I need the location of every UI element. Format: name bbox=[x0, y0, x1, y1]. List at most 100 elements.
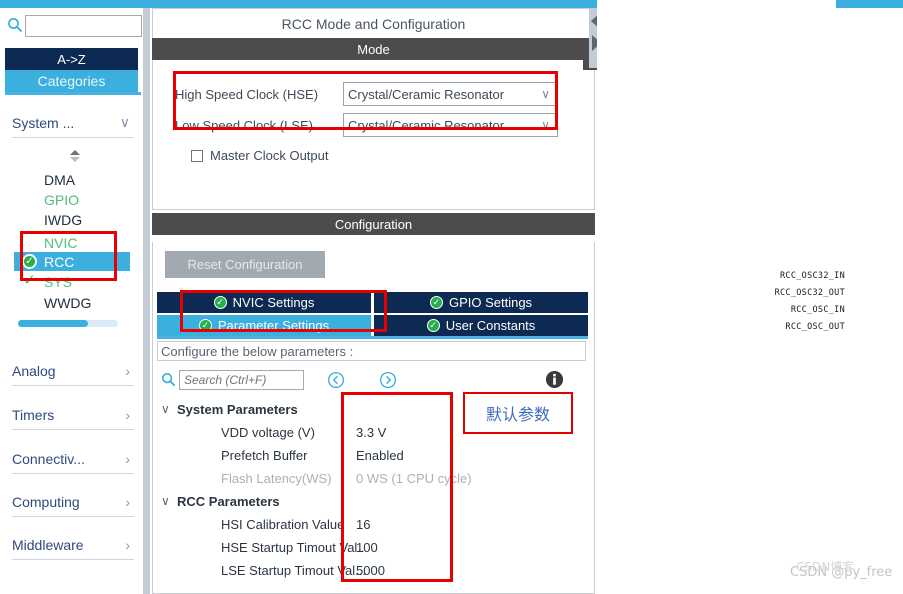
tab-nvic-settings[interactable]: ✓ NVIC Settings bbox=[157, 292, 371, 313]
hse-mode-row: High Speed Clock (HSE) Crystal/Ceramic R… bbox=[175, 82, 558, 106]
sidebar-search-row bbox=[0, 10, 150, 38]
tree-group-rcc-parameters[interactable]: ∨ RCC Parameters bbox=[161, 491, 586, 514]
signal-label-rcc-osc-in: RCC_OSC_IN bbox=[790, 305, 845, 315]
twisty-icon[interactable]: ∨ bbox=[161, 494, 170, 508]
tab-gpio-settings[interactable]: ✓ GPIO Settings bbox=[374, 292, 588, 313]
lse-mode-select[interactable]: Crystal/Ceramic Resonator ∨ bbox=[343, 113, 558, 137]
master-clock-output-label: Master Clock Output bbox=[210, 148, 329, 163]
categories-button[interactable]: Categories bbox=[5, 70, 138, 92]
sidebar-splitter[interactable] bbox=[143, 8, 150, 594]
param-value[interactable]: 100 bbox=[356, 540, 378, 555]
topbar-left-accent bbox=[0, 0, 150, 8]
sidebar-item-dma-label: DMA bbox=[44, 171, 76, 188]
param-name: Prefetch Buffer bbox=[221, 448, 308, 463]
table-row[interactable]: Prefetch Buffer Enabled bbox=[161, 445, 586, 468]
hse-mode-value: Crystal/Ceramic Resonator bbox=[348, 86, 505, 102]
param-value[interactable]: 5000 bbox=[356, 563, 385, 578]
hse-mode-select[interactable]: Crystal/Ceramic Resonator ∨ bbox=[343, 82, 558, 106]
sidebar-item-iwdg-label: IWDG bbox=[44, 211, 83, 228]
topbar-mid-accent bbox=[150, 0, 597, 8]
twisty-icon[interactable]: ∨ bbox=[161, 402, 170, 416]
table-row: Flash Latency(WS) 0 WS (1 CPU cycle) bbox=[161, 468, 586, 491]
master-clock-output-checkbox[interactable] bbox=[191, 149, 203, 162]
table-row[interactable]: HSE Startup Timout Val.. 100 bbox=[161, 537, 586, 560]
back-circle-icon[interactable] bbox=[327, 371, 345, 389]
sidebar-group-system-label: System ... bbox=[12, 114, 75, 131]
param-value[interactable]: 16 bbox=[356, 517, 370, 532]
tab-parameter-settings[interactable]: ✓ Parameter Settings bbox=[157, 315, 371, 336]
check-circle-icon: ✓ bbox=[198, 319, 212, 332]
sidebar-item-rcc[interactable]: ✓ RCC bbox=[14, 252, 130, 271]
master-clock-output-row[interactable]: Master Clock Output bbox=[191, 148, 329, 163]
param-value: 0 WS (1 CPU cycle) bbox=[356, 471, 472, 486]
chevron-down-icon: ∨ bbox=[541, 118, 550, 132]
sidebar-group-timers[interactable]: Timers › bbox=[12, 400, 134, 430]
param-value[interactable]: Enabled bbox=[356, 448, 404, 463]
sidebar-group-connectivity[interactable]: Connectiv... › bbox=[12, 444, 134, 474]
lse-mode-label: Low Speed Clock (LSE) bbox=[175, 117, 314, 133]
reset-configuration-button[interactable]: Reset Configuration bbox=[165, 251, 325, 278]
tab-gpio-settings-label: GPIO Settings bbox=[448, 295, 533, 310]
signal-label-rcc-osc32-out: RCC_OSC32_OUT bbox=[774, 288, 845, 298]
chevron-right-icon: › bbox=[125, 536, 130, 553]
watermark-line2: CSDN博客 bbox=[796, 560, 855, 574]
sidebar-group-analog[interactable]: Analog › bbox=[12, 356, 134, 386]
sidebar-item-gpio-label: GPIO bbox=[44, 191, 80, 208]
chevron-right-icon: › bbox=[125, 450, 130, 467]
sidebar-item-sys-label: SYS bbox=[44, 273, 73, 290]
configuration-section-header: Configuration bbox=[152, 213, 595, 235]
check-circle-icon: ✓ bbox=[22, 254, 37, 269]
mode-section-body: High Speed Clock (HSE) Crystal/Ceramic R… bbox=[152, 60, 595, 210]
chevron-down-icon: ∨ bbox=[119, 114, 130, 130]
sidebar-group-timers-label: Timers bbox=[12, 406, 55, 423]
tab-user-constants[interactable]: ✓ User Constants bbox=[374, 315, 588, 336]
sidebar-item-nvic[interactable]: NVIC bbox=[14, 233, 130, 252]
app-window: A->Z Categories System ... ∨ DMA GPIO IW… bbox=[0, 0, 903, 594]
categories-underline bbox=[5, 92, 141, 95]
rcc-config-panel: RCC Mode and Configuration Mode High Spe… bbox=[150, 8, 597, 594]
scroll-up-indicator[interactable] bbox=[0, 150, 150, 164]
table-row[interactable]: HSI Calibration Value 16 bbox=[161, 514, 586, 537]
search-input[interactable] bbox=[25, 15, 142, 37]
param-name: HSE Startup Timout Val.. bbox=[221, 540, 365, 555]
sidebar-group-analog-label: Analog bbox=[12, 362, 56, 379]
parameter-search-input[interactable] bbox=[179, 370, 304, 390]
sidebar-horizontal-scrollbar[interactable] bbox=[18, 320, 118, 327]
sidebar-group-connectivity-label: Connectiv... bbox=[12, 450, 85, 467]
search-icon[interactable] bbox=[161, 372, 176, 387]
sidebar-item-wwdg[interactable]: WWDG bbox=[14, 293, 130, 312]
sidebar-group-computing[interactable]: Computing › bbox=[12, 487, 134, 517]
sidebar-item-gpio[interactable]: GPIO bbox=[14, 190, 130, 209]
forward-circle-icon[interactable] bbox=[379, 371, 397, 389]
sidebar-group-middleware[interactable]: Middleware › bbox=[12, 530, 134, 560]
sidebar-item-iwdg[interactable]: IWDG bbox=[14, 210, 130, 229]
table-row[interactable]: LSE Startup Timout Val... 5000 bbox=[161, 560, 586, 583]
tree-group-label: RCC Parameters bbox=[177, 494, 280, 509]
pinout-view: P VDD PA3 VBAT PC13.. PC14.. PC15.. PD0-… bbox=[597, 8, 903, 594]
configuration-tabs: ✓ NVIC Settings ✓ GPIO Settings ✓ Parame… bbox=[157, 292, 588, 336]
sidebar-group-system[interactable]: System ... ∨ bbox=[12, 108, 134, 138]
lse-mode-value: Crystal/Ceramic Resonator bbox=[348, 117, 505, 133]
param-name: LSE Startup Timout Val... bbox=[221, 563, 366, 578]
panel-title: RCC Mode and Configuration bbox=[152, 8, 595, 38]
chevron-down-icon: ∨ bbox=[541, 87, 550, 101]
tree-group-label: System Parameters bbox=[177, 402, 298, 417]
check-circle-icon: ✓ bbox=[213, 296, 227, 309]
parameter-toolbar bbox=[157, 367, 586, 393]
topbar-right-accent bbox=[836, 0, 903, 8]
tab-user-constants-label: User Constants bbox=[445, 318, 536, 333]
tab-selection-underline bbox=[157, 336, 588, 339]
param-value[interactable]: 3.3 V bbox=[356, 425, 386, 440]
check-circle-icon: ✓ bbox=[429, 296, 443, 309]
sidebar-item-nvic-label: NVIC bbox=[44, 234, 78, 251]
sort-az-button[interactable]: A->Z bbox=[5, 48, 138, 70]
sidebar-item-sys[interactable]: ✓ SYS bbox=[14, 272, 130, 291]
info-icon[interactable] bbox=[545, 370, 564, 389]
tab-nvic-settings-label: NVIC Settings bbox=[232, 295, 315, 310]
param-name: HSI Calibration Value bbox=[221, 517, 345, 532]
search-icon[interactable] bbox=[7, 17, 23, 33]
mode-section-header: Mode bbox=[152, 38, 595, 60]
sidebar-item-dma[interactable]: DMA bbox=[14, 170, 130, 189]
sidebar-group-middleware-label: Middleware bbox=[12, 536, 84, 553]
tab-parameter-settings-label: Parameter Settings bbox=[217, 318, 330, 333]
